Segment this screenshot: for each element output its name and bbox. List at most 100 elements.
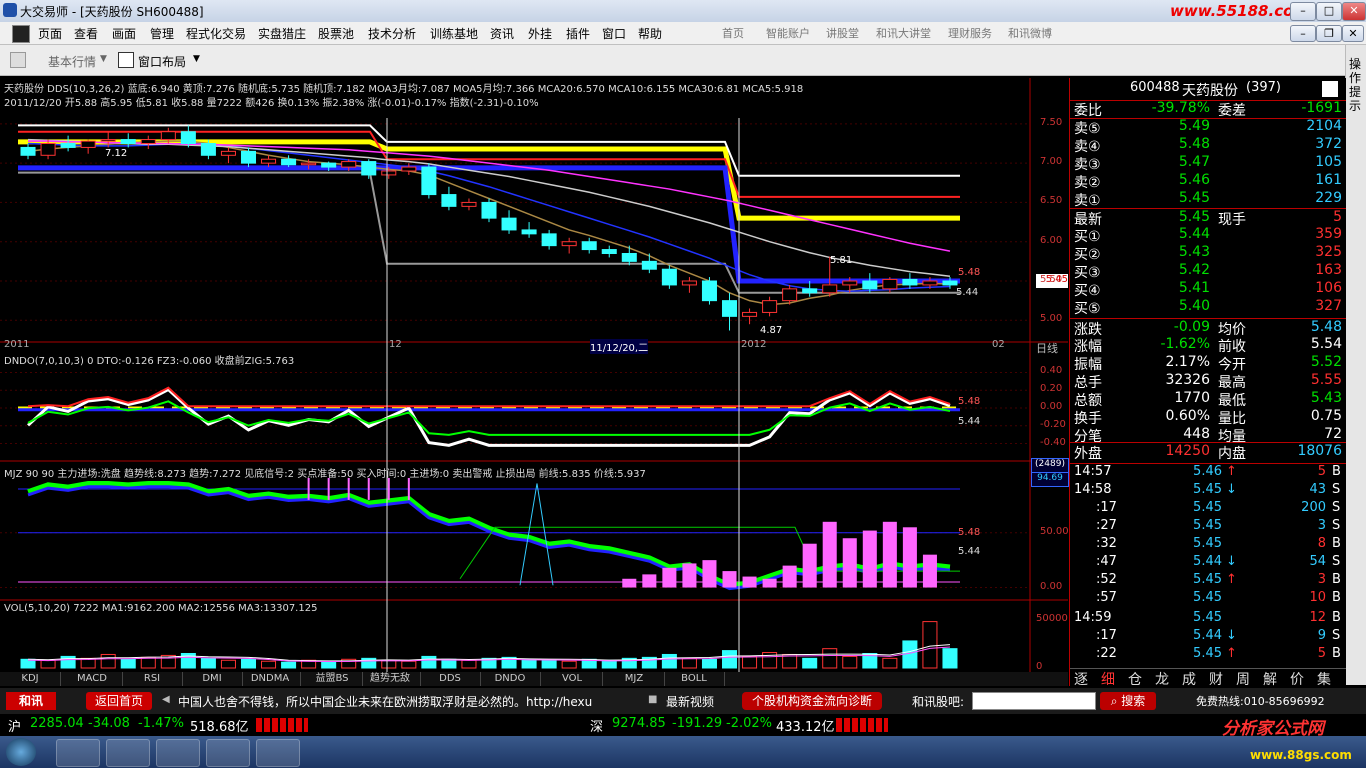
x-axis-label[interactable]: 11/12/20,二 — [590, 339, 649, 354]
forum-search-input[interactable] — [972, 692, 1096, 710]
flag-icon[interactable] — [1322, 81, 1338, 97]
sell-level-row[interactable]: 卖③ 5.47 105 — [1070, 154, 1346, 173]
chevron-down-icon[interactable]: ▼ — [100, 54, 107, 64]
nav-link[interactable]: 和讯大讲堂 — [876, 25, 931, 41]
low-annotation: 4.87 — [760, 325, 783, 336]
mjz-badge-a: (2489) — [1031, 458, 1069, 473]
candle-body — [621, 253, 637, 262]
quote-tab[interactable]: 财 — [1209, 669, 1223, 689]
quote-tab[interactable]: 周 — [1236, 669, 1250, 689]
window-layout-button[interactable]: 窗口布局 — [138, 53, 186, 70]
y-tick-label: 7.00 — [1040, 156, 1063, 168]
menu-item[interactable]: 股票池 — [318, 25, 354, 42]
indicator-tab[interactable]: DNDO — [480, 672, 541, 686]
dndo-y-tick: -0.40 — [1040, 436, 1066, 448]
close-button[interactable]: ✕ — [1342, 2, 1366, 21]
quote-tab[interactable]: 细 — [1101, 669, 1115, 689]
indicator-tab[interactable]: MJZ — [604, 672, 665, 686]
menu-item[interactable]: 插件 — [566, 25, 590, 42]
volume-bar — [441, 658, 457, 669]
indicator-tab[interactable]: BOLL — [664, 672, 725, 686]
child-restore-button[interactable]: ❐ — [1316, 25, 1342, 42]
trader-taskbar-icon[interactable] — [156, 739, 200, 767]
tick-row: 14:57 5.46 ↑ 5 B — [1074, 464, 1341, 479]
stock-taskbar-icon[interactable] — [206, 739, 250, 767]
menu-item[interactable]: 资讯 — [490, 25, 514, 42]
child-minimize-button[interactable]: – — [1290, 25, 1316, 42]
nav-link[interactable]: 首页 — [722, 25, 744, 41]
indicator-tab[interactable]: MACD — [62, 672, 123, 686]
qq-taskbar-icon[interactable] — [256, 739, 300, 767]
basic-quote-button[interactable]: 基本行情 — [48, 53, 96, 70]
quote-tab[interactable]: 成 — [1182, 669, 1196, 689]
hexun-logo[interactable]: 和讯 — [6, 692, 56, 710]
child-close-button[interactable]: ✕ — [1342, 25, 1364, 42]
main-chart-header-2: 2011/12/20 开5.88 高5.95 低5.81 收5.88 量7222… — [4, 98, 539, 109]
quote-tab[interactable]: 仓 — [1128, 669, 1142, 689]
indicator-tab[interactable]: 趋势无敌 — [360, 672, 421, 686]
sidebar-tab[interactable]: 操作提示 — [1345, 45, 1366, 685]
quote-tab[interactable]: 逐 — [1074, 669, 1088, 689]
nav-link[interactable]: 和讯微博 — [1008, 25, 1052, 41]
news-ticker[interactable]: 中国人也舍不得钱，所以中国企业未来在欧洲捞取浮财是必然的。http://hexu — [178, 693, 592, 710]
buy-level-row[interactable]: 买② 5.43 325 — [1070, 244, 1346, 263]
maximize-button[interactable]: □ — [1316, 2, 1342, 21]
nav-link[interactable]: 讲股堂 — [826, 25, 859, 41]
quote-tab[interactable]: 集 — [1317, 669, 1331, 689]
sell-level-row[interactable]: 卖④ 5.48 372 — [1070, 136, 1346, 155]
buy-level-row[interactable]: 买① 5.44 359 — [1070, 226, 1346, 245]
menu-item[interactable]: 训练基地 — [430, 25, 478, 42]
indicator-tab[interactable]: KDJ — [0, 672, 61, 686]
indicator-tab[interactable]: DDS — [420, 672, 481, 686]
start-button[interactable] — [6, 738, 36, 766]
sidebar-tab-label: 操作提示 — [1349, 57, 1362, 113]
app-taskbar-icon[interactable] — [106, 739, 150, 767]
menu-item[interactable]: 实盘猎庄 — [258, 25, 306, 42]
menu-item[interactable]: 窗口 — [602, 25, 626, 42]
nav-link[interactable]: 智能账户 — [766, 25, 810, 41]
menu-item[interactable]: 查看 — [74, 25, 98, 42]
video-link[interactable]: 最新视频 — [666, 693, 714, 710]
app-menu-icon[interactable] — [12, 25, 30, 43]
menu-item[interactable]: 管理 — [150, 25, 174, 42]
home-button[interactable]: 返回首页 — [86, 692, 152, 710]
quote-tab[interactable]: 解 — [1263, 669, 1277, 689]
menu-item[interactable]: 画面 — [112, 25, 136, 42]
buy-level-row[interactable]: 买④ 5.41 106 — [1070, 280, 1346, 299]
minimize-button[interactable]: – — [1290, 2, 1316, 21]
ie-taskbar-icon[interactable] — [56, 739, 100, 767]
buy-level-row[interactable]: 买③ 5.42 163 — [1070, 262, 1346, 281]
indicator-tab[interactable]: RSI — [122, 672, 183, 686]
menu-item[interactable]: 外挂 — [528, 25, 552, 42]
nav-link[interactable]: 理财服务 — [948, 25, 992, 41]
mjz-bar — [802, 543, 817, 588]
menu-item[interactable]: 页面 — [38, 25, 62, 42]
speaker-icon: ◀ — [162, 694, 170, 705]
quote-tab[interactable]: 龙 — [1155, 669, 1169, 689]
diagnose-button[interactable]: 个股机构资金流向诊断 — [742, 692, 882, 710]
vol-y-tick: 0 — [1036, 661, 1043, 672]
sell-level-row[interactable]: 卖② 5.46 161 — [1070, 172, 1346, 191]
mjz-bar — [922, 554, 937, 588]
app-logo-icon — [3, 3, 17, 17]
period-label[interactable]: 日线 — [1036, 340, 1058, 356]
quote-tab[interactable]: 价 — [1290, 669, 1304, 689]
sell-level-row[interactable]: 卖⑤ 5.49 2104 — [1070, 118, 1346, 137]
buy-level-row[interactable]: 买⑤ 5.40 327 — [1070, 298, 1346, 317]
indicator-tab[interactable]: VOL — [542, 672, 603, 686]
candle-body — [220, 150, 236, 156]
sell-level-row[interactable]: 卖① 5.45 229 — [1070, 190, 1346, 209]
search-button[interactable]: ⌕ 搜索 — [1100, 692, 1156, 710]
indicator-tab[interactable]: 益盟BS — [302, 672, 363, 686]
indicator-tab[interactable]: DNDMA — [240, 672, 301, 686]
indicator-tab[interactable]: DMI — [182, 672, 243, 686]
menu-item[interactable]: 程式化交易 — [186, 25, 246, 42]
tick-row: :22 5.45 ↑ 5 B — [1096, 646, 1341, 661]
menu-item[interactable]: 技术分析 — [368, 25, 416, 42]
chart-area[interactable] — [0, 78, 1068, 686]
chevron-down-icon[interactable]: ▼ — [193, 54, 200, 64]
waipan-row: 外盘 14250 内盘 18076 — [1070, 442, 1346, 464]
menu-item[interactable]: 帮助 — [638, 25, 662, 42]
window-title: 大交易师 - [天药股份 SH600488] — [20, 5, 204, 19]
candle-body — [822, 284, 838, 294]
